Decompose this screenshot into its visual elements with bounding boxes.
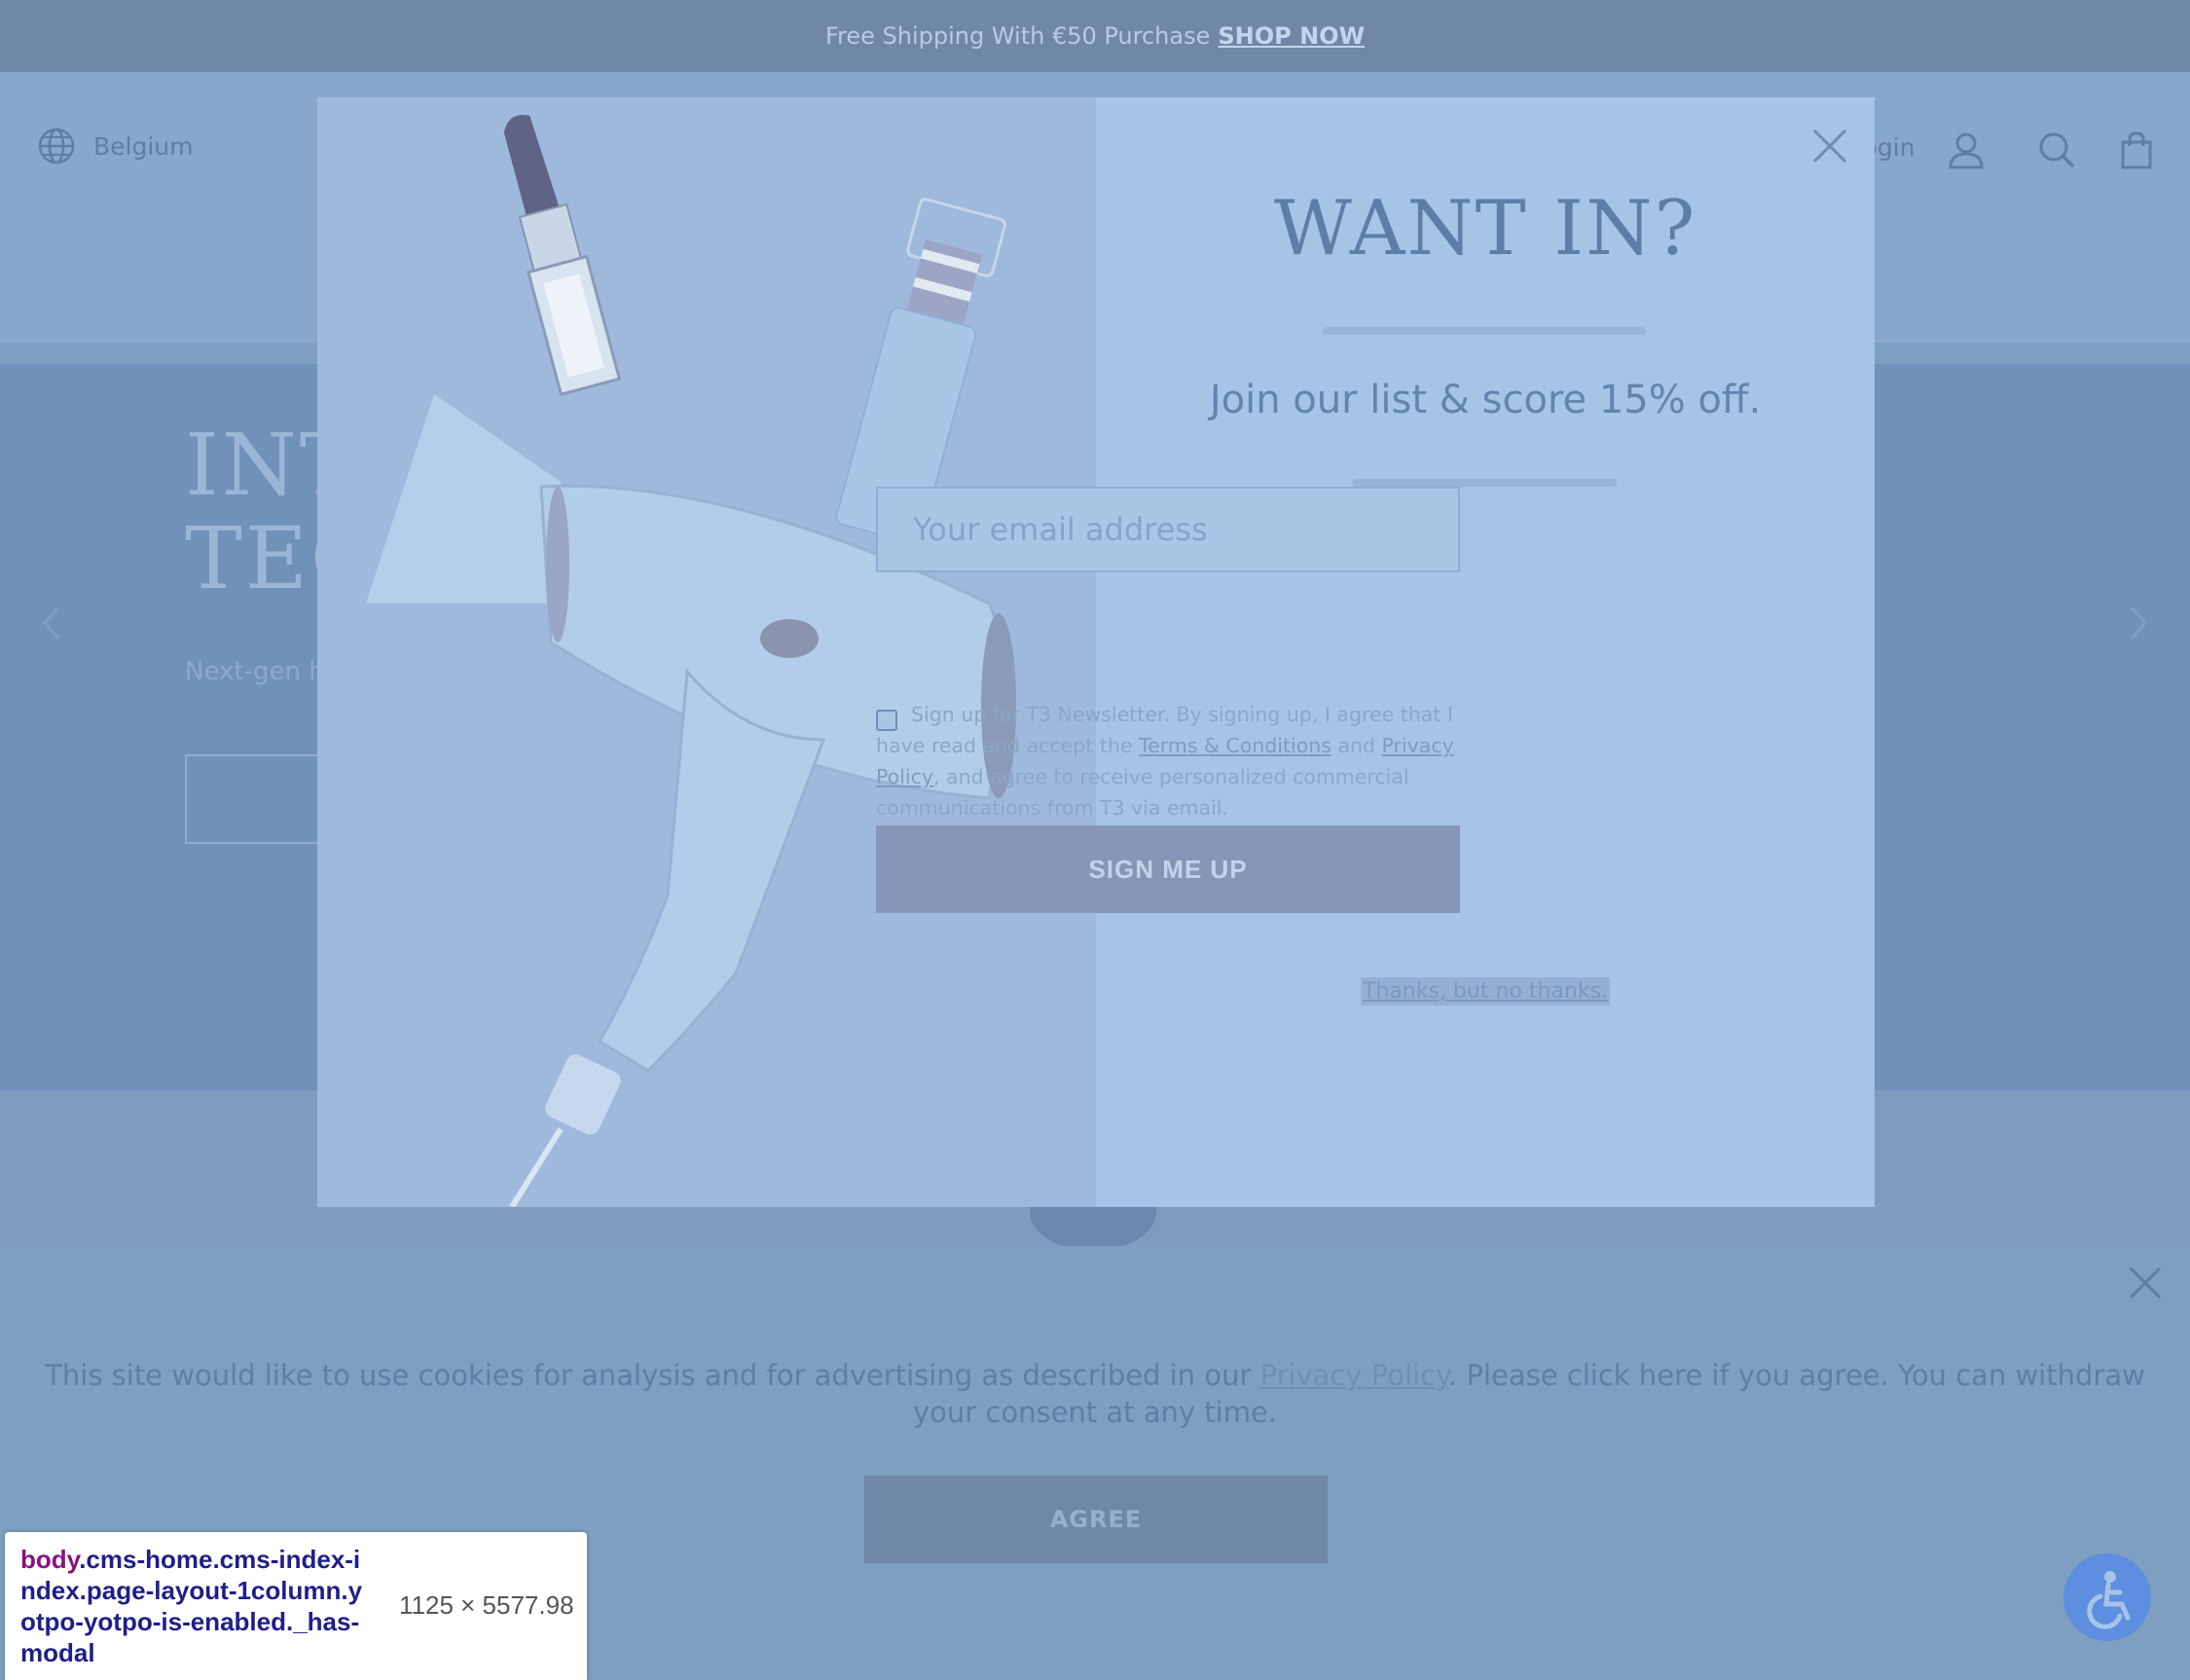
cookie-text-pre: This site would like to use cookies for … [45, 1359, 1260, 1392]
hair-dryer-product-illustration [366, 115, 1016, 1207]
globe-icon [38, 128, 75, 164]
search-icon[interactable] [2037, 130, 2076, 169]
carousel-next-icon[interactable] [2128, 603, 2151, 642]
modal-product-image [317, 97, 1096, 1207]
modal-subheading: Join our list & score 15% off. [1209, 378, 1762, 422]
announcement-bar: Free Shipping With €50 Purchase SHOP NOW [0, 0, 2190, 72]
hero-subtitle: Next-gen h [185, 657, 325, 686]
carousel-prev-icon[interactable] [39, 603, 62, 642]
cookie-message: This site would like to use cookies for … [39, 1357, 2151, 1431]
shopping-bag-icon[interactable] [2117, 130, 2156, 169]
agree-button[interactable]: AGREE [864, 1476, 1328, 1563]
element-dimensions: 1125 × 5577.98 [399, 1590, 574, 1620]
decline-container: Thanks, but no thanks. [1096, 977, 1875, 1005]
selector-tag: body [20, 1545, 80, 1574]
consent-text-post: , and agree to receive personalized comm… [876, 765, 1409, 820]
announcement-text: Free Shipping With €50 Purchase [824, 22, 1211, 50]
shop-now-link[interactable]: SHOP NOW [1218, 22, 1365, 50]
wheelchair-icon [2087, 1571, 2131, 1629]
devtools-element-tooltip: body.cms-home.cms-index-index.page-layou… [5, 1532, 587, 1680]
element-selector: body.cms-home.cms-index-index.page-layou… [20, 1544, 371, 1668]
subheading-divider [1352, 479, 1617, 487]
consent-text-and: and [1331, 734, 1382, 757]
region-label: Belgium [93, 131, 194, 161]
newsletter-consent: Sign up for T3 Newsletter. By signing up… [876, 699, 1460, 823]
no-thanks-link[interactable]: Thanks, but no thanks. [1360, 977, 1611, 1005]
hero-cta-button[interactable] [185, 754, 325, 844]
region-selector[interactable]: Belgium [37, 127, 194, 165]
accessibility-button[interactable] [2063, 1553, 2151, 1641]
close-icon[interactable] [1808, 125, 1851, 167]
heading-divider [1323, 327, 1646, 335]
cookie-privacy-link[interactable]: Privacy Policy [1260, 1359, 1449, 1392]
sign-me-up-button[interactable]: SIGN ME UP [876, 825, 1460, 913]
consent-checkbox[interactable] [876, 710, 897, 731]
close-icon[interactable] [2126, 1263, 2165, 1302]
modal-heading: WANT IN? [1273, 185, 1697, 273]
newsletter-modal: WANT IN? Join our list & score 15% off. [317, 97, 1875, 1207]
terms-link[interactable]: Terms & Conditions [1139, 734, 1332, 757]
user-icon[interactable] [1947, 130, 1986, 169]
email-input[interactable] [876, 487, 1460, 572]
